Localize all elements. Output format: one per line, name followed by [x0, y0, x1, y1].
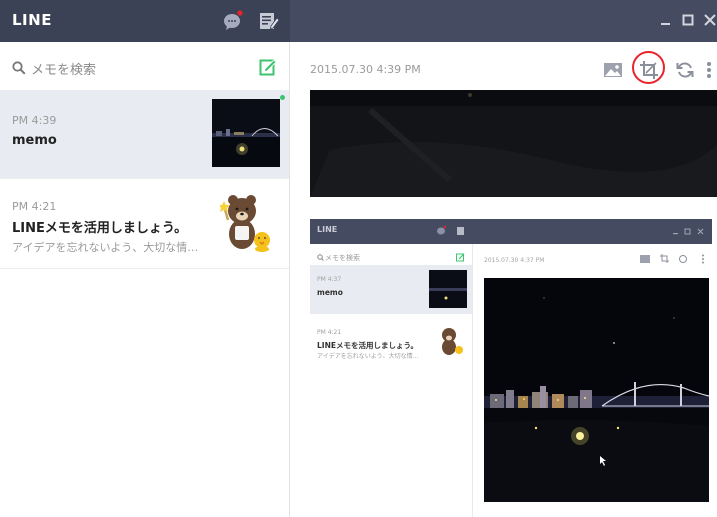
embedded-memo-time: PM 4:37	[317, 276, 342, 283]
compose-icon[interactable]	[258, 10, 280, 32]
chat-bubble-icon[interactable]	[222, 10, 244, 32]
memo-thumbnail	[212, 99, 280, 167]
embedded-memo-thumbnail	[429, 270, 467, 308]
embedded-detail-panel: 2015.07.30 4:37 PM	[474, 244, 712, 517]
embedded-chat-icon	[437, 226, 446, 235]
embedded-memo-item: PM 4:37 memo	[310, 265, 472, 314]
search-input[interactable]: メモを検索	[31, 59, 96, 78]
embedded-search-placeholder: メモを検索	[325, 254, 360, 262]
embedded-search-icon	[317, 254, 324, 261]
memo-list-panel: メモを検索 PM 4:39 memo PM 4:21 LINEメモを活用しましょ…	[0, 42, 290, 517]
embedded-compose-icon	[457, 227, 464, 235]
embedded-night-city-photo	[484, 278, 709, 502]
embedded-new-memo-icon	[456, 253, 465, 262]
new-indicator-dot	[280, 95, 285, 100]
memo-title: memo	[12, 133, 57, 148]
new-memo-icon[interactable]	[259, 58, 277, 76]
app-title: LINE	[12, 11, 52, 29]
embedded-memo-list: メモを検索 PM 4:37 memo PM 4:21 LINEメモを活用しましょ…	[310, 244, 473, 517]
memo-time: PM 4:39	[12, 114, 57, 127]
rotate-icon[interactable]	[675, 60, 695, 80]
embedded-title-bar: LINE	[310, 219, 712, 244]
more-vertical-icon[interactable]	[704, 60, 714, 80]
embedded-app-title: LINE	[317, 225, 338, 234]
search-icon	[12, 61, 26, 75]
line-app-window: LINE メモを検索 PM 4:39 memo PM 4:21 LINEメモを活…	[0, 0, 717, 517]
memo-title: LINEメモを活用しましょう。	[12, 221, 188, 236]
maximize-icon[interactable]	[680, 12, 696, 28]
close-icon[interactable]	[702, 12, 717, 28]
image-icon[interactable]	[603, 60, 623, 80]
title-bar-left: LINE	[0, 0, 290, 42]
title-bar: LINE	[0, 0, 717, 42]
minimize-icon[interactable]	[658, 12, 674, 28]
memo-list-item[interactable]: PM 4:39 memo	[0, 90, 289, 179]
embedded-screenshot-image: LINE メモを検索 PM 4:37 memo PM 4:21 LINEメモを活…	[310, 219, 712, 517]
embedded-memo-preview: アイデアを忘れないよう、大切な情…	[317, 353, 419, 360]
memo-detail-panel: 2015.07.30 4:39 PM LINE メモを検索 PM 4:37 me…	[290, 42, 717, 517]
embedded-sticker-icon	[442, 328, 463, 355]
memo-time: PM 4:21	[12, 200, 57, 213]
embedded-memo-title: LINEメモを活用しましょう。	[317, 341, 419, 350]
title-bar-right	[290, 0, 717, 42]
memo-preview: アイデアを忘れないよう、大切な情…	[12, 241, 199, 254]
embedded-memo-time: PM 4:21	[317, 329, 342, 336]
brown-bear-sticker-icon	[220, 195, 270, 252]
embedded-timestamp: 2015.07.30 4:37 PM	[484, 257, 545, 264]
memo-list-item[interactable]: PM 4:21 LINEメモを活用しましょう。 アイデアを忘れないよう、大切な情…	[0, 180, 289, 269]
embedded-window-controls-icon	[673, 228, 704, 235]
memo-timestamp: 2015.07.30 4:39 PM	[310, 63, 421, 76]
crop-highlight-circle	[632, 51, 665, 84]
notification-dot	[237, 10, 243, 16]
memo-image-top	[310, 90, 717, 197]
embedded-toolbar-icons	[640, 254, 704, 264]
embedded-memo-item: PM 4:21 LINEメモを活用しましょう。 アイデアを忘れないよう、大切な情…	[310, 315, 472, 364]
search-bar[interactable]: メモを検索	[0, 42, 289, 90]
embedded-memo-title: memo	[317, 288, 343, 297]
